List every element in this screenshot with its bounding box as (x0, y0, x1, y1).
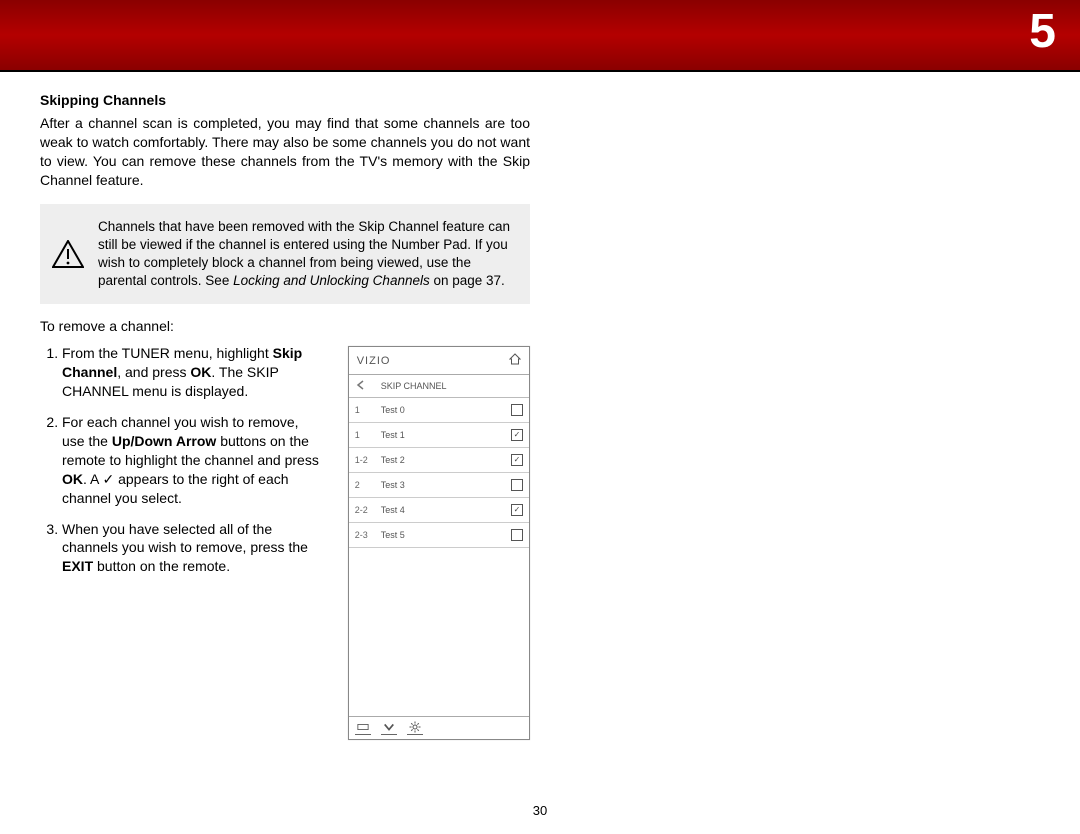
wide-icon (355, 721, 371, 735)
checkbox-icon: ✓ (511, 504, 523, 516)
page-number: 30 (0, 803, 1080, 818)
section-heading: Skipping Channels (40, 92, 530, 108)
table-row: 1Test 1 ✓ (349, 423, 529, 448)
warning-icon (52, 218, 98, 291)
table-row: 2-2Test 4 ✓ (349, 498, 529, 523)
v-icon (381, 721, 397, 735)
channel-number: 2 (355, 480, 381, 490)
channel-number: 2-2 (355, 505, 381, 515)
channel-number: 1 (355, 430, 381, 440)
note-box: Channels that have been removed with the… (40, 204, 530, 305)
note-text-b: on page 37. (430, 273, 505, 288)
step3-bold: EXIT (62, 558, 93, 574)
channel-name: Test 1 (381, 430, 465, 440)
channel-name: Test 2 (381, 455, 465, 465)
intro-paragraph: After a channel scan is completed, you m… (40, 114, 530, 190)
channel-number: 1 (355, 405, 381, 415)
tv-menu-title: SKIP CHANNEL (381, 381, 499, 391)
note-text: Channels that have been removed with the… (98, 218, 512, 291)
checkbox-icon: ✓ (511, 454, 523, 466)
channel-name: Test 5 (381, 530, 465, 540)
step3-a: When you have selected all of the channe… (62, 521, 308, 556)
back-icon (355, 379, 381, 393)
gear-icon (407, 721, 423, 735)
chapter-banner: 5 (0, 0, 1080, 72)
channel-name: Test 3 (381, 480, 465, 490)
checkbox-icon: ✓ (511, 429, 523, 441)
step-3: When you have selected all of the channe… (62, 520, 324, 577)
step2-bold1: Up/Down Arrow (112, 433, 216, 449)
note-text-italic: Locking and Unlocking Channels (233, 273, 430, 288)
tv-menu-header: VIZIO (349, 347, 529, 375)
tv-menu-title-row: SKIP CHANNEL (349, 375, 529, 398)
tv-menu-footer (349, 716, 529, 739)
step-1: From the TUNER menu, highlight Skip Chan… (62, 344, 324, 401)
page-content: Skipping Channels After a channel scan i… (0, 72, 570, 740)
home-icon (509, 353, 521, 368)
step2-bold2: OK (62, 471, 83, 487)
step1-a: From the TUNER menu, highlight (62, 345, 273, 361)
channel-number: 1-2 (355, 455, 381, 465)
step2-e: . A ✓ appears to the right of each chann… (62, 471, 289, 506)
tv-menu: VIZIO SKIP CHANNEL 1Test 01Test 1✓1-2Tes… (348, 346, 530, 740)
chapter-number: 5 (1029, 4, 1056, 59)
table-row: 1Test 0 (349, 398, 529, 423)
table-row: 2Test 3 (349, 473, 529, 498)
steps-list: From the TUNER menu, highlight Skip Chan… (40, 344, 324, 740)
checkbox-icon (511, 404, 523, 416)
lead-sentence: To remove a channel: (40, 318, 530, 334)
checkbox-icon (511, 479, 523, 491)
tv-rows: 1Test 01Test 1✓1-2Test 2✓2Test 32-2Test … (349, 398, 529, 548)
channel-name: Test 4 (381, 505, 465, 515)
tv-brand: VIZIO (357, 355, 391, 367)
checkbox-icon (511, 529, 523, 541)
lower-row: From the TUNER menu, highlight Skip Chan… (40, 344, 530, 740)
channel-name: Test 0 (381, 405, 465, 415)
table-row: 1-2Test 2 ✓ (349, 448, 529, 473)
step-2: For each channel you wish to remove, use… (62, 413, 324, 507)
channel-number: 2-3 (355, 530, 381, 540)
step3-c: button on the remote. (93, 558, 230, 574)
step1-c: , and press (117, 364, 190, 380)
step1-bold2: OK (190, 364, 211, 380)
table-row: 2-3Test 5 (349, 523, 529, 548)
